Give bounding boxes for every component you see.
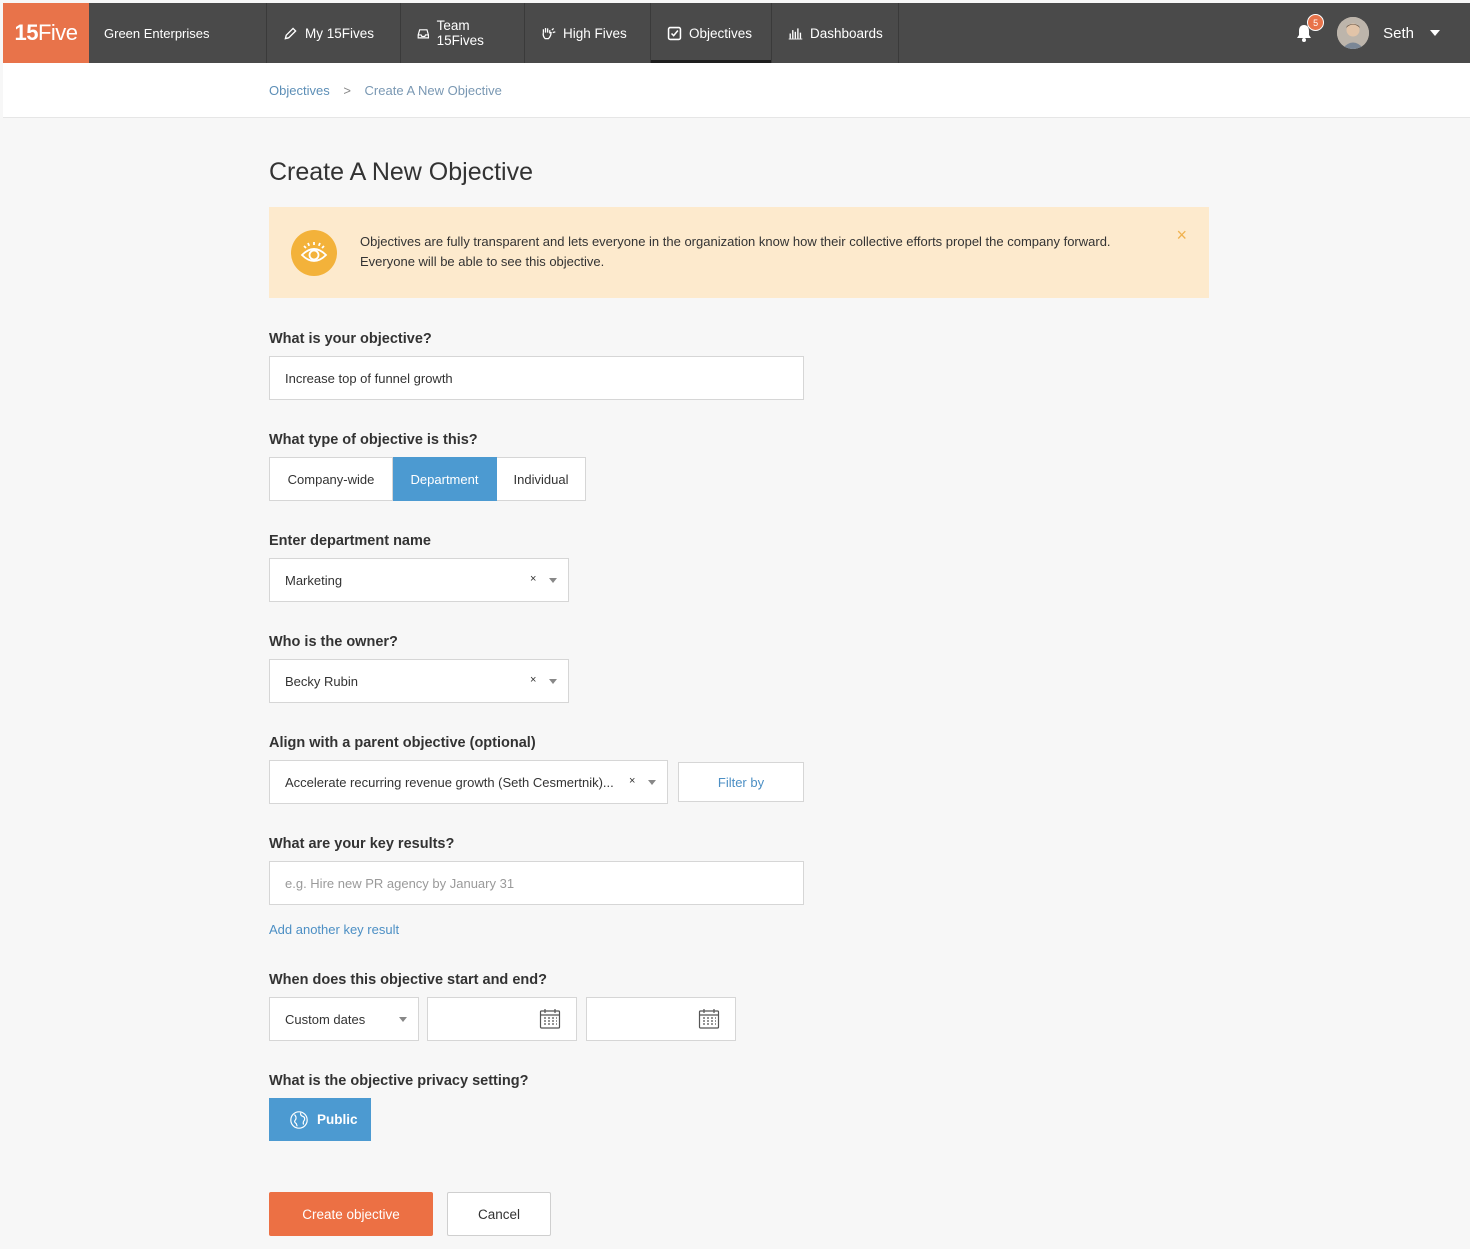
cancel-button[interactable]: Cancel [447, 1192, 551, 1236]
nav-label: High Fives [563, 25, 627, 41]
top-navigation-bar: 15 Five Green Enterprises My 15Fives Team… [3, 3, 1470, 63]
checkbox-icon [667, 26, 682, 40]
close-icon[interactable]: × [1176, 225, 1187, 246]
end-date-input[interactable] [586, 997, 736, 1041]
page-title: Create A New Objective [269, 158, 534, 186]
parent-objective-value: Accelerate recurring revenue growth (Set… [285, 774, 614, 790]
globe-icon [290, 1110, 308, 1129]
nav-label: Team 15Fives [436, 18, 484, 48]
type-label: What type of objective is this? [269, 432, 478, 448]
start-date-input[interactable] [427, 997, 577, 1041]
high-five-icon [542, 27, 556, 39]
parent-objective-select[interactable]: Accelerate recurring revenue growth (Set… [269, 760, 668, 804]
chevron-down-icon[interactable] [648, 780, 656, 785]
user-avatar[interactable] [1337, 17, 1370, 49]
breadcrumb-objectives-link[interactable]: Objectives [269, 83, 330, 98]
nav-my-15fives[interactable]: My 15Fives [267, 3, 401, 63]
breadcrumb: Objectives > Create A New Objective [269, 83, 502, 98]
notifications-button[interactable]: 5 [1293, 14, 1325, 44]
clear-owner-icon[interactable]: × [530, 674, 536, 686]
clear-department-icon[interactable]: × [530, 573, 536, 585]
objective-input[interactable] [285, 370, 803, 386]
notification-count-badge: 5 [1307, 14, 1325, 31]
department-select[interactable]: Marketing × [269, 558, 569, 602]
objective-label: What is your objective? [269, 331, 432, 347]
create-objective-button[interactable]: Create objective [269, 1192, 433, 1236]
nav-objectives[interactable]: Objectives [651, 3, 772, 63]
dates-label: When does this objective start and end? [269, 972, 547, 988]
objective-type-selector: Company-wide Department Individual [269, 457, 586, 501]
chevron-down-icon[interactable] [549, 679, 557, 684]
key-result-input[interactable] [285, 875, 803, 891]
date-mode-value: Custom dates [285, 1011, 366, 1027]
type-option-individual[interactable]: Individual [497, 457, 586, 501]
app-logo[interactable]: 15 Five [3, 3, 89, 63]
nav-dashboards[interactable]: Dashboards [772, 3, 899, 63]
nav-team-15fives[interactable]: Team 15Fives [401, 3, 525, 63]
transparency-notice: Objectives are fully transparent and let… [269, 207, 1209, 298]
notice-text: Objectives are fully transparent and let… [360, 234, 1111, 269]
add-key-result-link[interactable]: Add another key result [269, 922, 399, 937]
chevron-down-icon[interactable] [399, 1017, 407, 1022]
date-mode-select[interactable]: Custom dates [269, 997, 419, 1041]
parent-objective-label: Align with a parent objective (optional) [269, 735, 536, 751]
objective-input-wrapper [269, 356, 804, 400]
key-results-label: What are your key results? [269, 836, 455, 852]
user-name[interactable]: Seth [1383, 25, 1414, 42]
calendar-icon[interactable] [698, 1008, 720, 1030]
department-label: Enter department name [269, 533, 431, 549]
breadcrumb-bar: Objectives > Create A New Objective [3, 63, 1470, 118]
inbox-icon [417, 28, 430, 38]
user-area: 5 Seth [1293, 3, 1470, 63]
eye-icon [291, 230, 337, 276]
owner-label: Who is the owner? [269, 634, 398, 650]
key-result-input-wrapper [269, 861, 804, 905]
bar-chart-icon [788, 27, 803, 39]
privacy-public-button[interactable]: Public [269, 1098, 371, 1141]
clear-parent-icon[interactable]: × [629, 775, 635, 787]
calendar-icon[interactable] [539, 1008, 561, 1030]
privacy-label: What is the objective privacy setting? [269, 1073, 529, 1089]
department-value: Marketing [285, 572, 343, 588]
nav-label: Objectives [689, 25, 753, 41]
chevron-down-icon[interactable] [1430, 30, 1440, 36]
privacy-value: Public [317, 1112, 358, 1127]
breadcrumb-separator: > [343, 83, 351, 98]
type-option-department[interactable]: Department [393, 457, 497, 501]
owner-value: Becky Rubin [285, 673, 358, 689]
organization-name[interactable]: Green Enterprises [89, 3, 267, 63]
nav-label: Dashboards [810, 25, 883, 41]
pencil-icon [284, 26, 297, 40]
type-option-company-wide[interactable]: Company-wide [269, 457, 393, 501]
breadcrumb-current: Create A New Objective [364, 83, 502, 98]
chevron-down-icon[interactable] [549, 578, 557, 583]
nav-label: My 15Fives [305, 25, 375, 41]
filter-by-button[interactable]: Filter by [678, 762, 804, 802]
owner-select[interactable]: Becky Rubin × [269, 659, 569, 703]
nav-high-fives[interactable]: High Fives [525, 3, 651, 63]
